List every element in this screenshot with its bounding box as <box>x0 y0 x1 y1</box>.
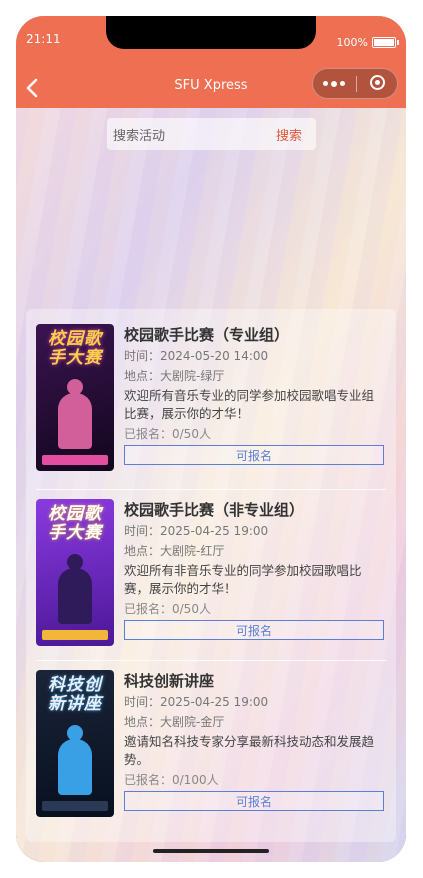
status-time: 21:11 <box>26 32 61 46</box>
app-screen: 21:11 100% SFU Xpress 搜索活动 搜索 校园歌手大赛 校园歌… <box>16 16 406 862</box>
register-button[interactable]: 可报名 <box>124 791 384 811</box>
card-divider <box>36 489 386 490</box>
event-poster: 校园歌手大赛 <box>36 324 114 471</box>
event-info: 科技创新讲座 时间：2025-04-25 19:00 地点：大剧院-金厅 邀请知… <box>124 670 386 811</box>
search-input[interactable]: 搜索活动 <box>113 125 263 144</box>
event-registration-count: 已报名：0/50人 <box>124 427 211 441</box>
event-title: 校园歌手比赛（专业组） <box>124 326 290 344</box>
event-card[interactable]: 科技创新讲座 科技创新讲座 时间：2025-04-25 19:00 地点：大剧院… <box>36 670 386 840</box>
poster-singer-figure <box>58 379 92 449</box>
event-poster: 科技创新讲座 <box>36 670 114 817</box>
battery-percentage: 100% <box>336 36 368 49</box>
event-registration-count: 已报名：0/100人 <box>124 773 219 787</box>
event-location: 地点：大剧院-红厅 <box>124 544 225 558</box>
navigation-bar: 21:11 100% SFU Xpress <box>16 16 406 108</box>
device-notch <box>106 16 316 49</box>
card-divider <box>36 660 386 661</box>
event-info: 校园歌手比赛（非专业组） 时间：2025-04-25 19:00 地点：大剧院-… <box>124 499 386 640</box>
register-button[interactable]: 可报名 <box>124 620 384 640</box>
battery-tip <box>397 40 399 45</box>
battery-icon <box>372 37 396 48</box>
event-description: 欢迎所有非音乐专业的同学参加校园歌唱比赛，展示你的才华！ <box>124 563 362 596</box>
event-poster: 校园歌手大赛 <box>36 499 114 646</box>
event-location: 地点：大剧院-绿厅 <box>124 369 225 383</box>
mini-program-capsule <box>312 68 398 99</box>
event-description: 欢迎所有音乐专业的同学参加校园歌唱专业组比赛，展示你的才华！ <box>124 388 375 421</box>
search-button[interactable]: 搜索 <box>276 125 302 144</box>
event-registration-count: 已报名：0/50人 <box>124 602 211 616</box>
poster-footer <box>42 455 108 465</box>
more-icon[interactable] <box>323 69 345 98</box>
event-title: 校园歌手比赛（非专业组） <box>124 501 305 519</box>
event-time: 时间：2025-04-25 19:00 <box>124 695 269 709</box>
home-indicator <box>153 849 269 853</box>
event-location: 地点：大剧院-金厅 <box>124 715 225 729</box>
event-info: 校园歌手比赛（专业组） 时间：2024-05-20 14:00 地点：大剧院-绿… <box>124 324 386 465</box>
event-time: 时间：2024-05-20 14:00 <box>124 349 269 363</box>
event-list: 校园歌手大赛 校园歌手比赛（专业组） 时间：2024-05-20 14:00 地… <box>26 309 396 842</box>
poster-footer <box>42 801 108 811</box>
event-card[interactable]: 校园歌手大赛 校园歌手比赛（专业组） 时间：2024-05-20 14:00 地… <box>36 324 386 494</box>
register-button[interactable]: 可报名 <box>124 445 384 465</box>
phone-frame: 21:11 100% SFU Xpress 搜索活动 搜索 校园歌手大赛 校园歌… <box>16 16 406 862</box>
event-time: 时间：2025-04-25 19:00 <box>124 524 269 538</box>
event-title: 科技创新讲座 <box>124 672 215 690</box>
poster-singer-figure <box>58 554 92 624</box>
poster-title: 校园歌手大赛 <box>48 504 102 543</box>
poster-footer <box>42 630 108 640</box>
event-description: 邀请知名科技专家分享最新科技动态和发展趋势。 <box>124 734 375 767</box>
poster-speaker-figure <box>58 725 92 795</box>
search-bar: 搜索活动 搜索 <box>107 118 316 150</box>
poster-title: 校园歌手大赛 <box>48 329 102 368</box>
event-card[interactable]: 校园歌手大赛 校园歌手比赛（非专业组） 时间：2025-04-25 19:00 … <box>36 499 386 669</box>
capsule-divider <box>356 76 357 92</box>
close-target-icon[interactable] <box>370 75 385 90</box>
poster-title: 科技创新讲座 <box>48 675 102 714</box>
